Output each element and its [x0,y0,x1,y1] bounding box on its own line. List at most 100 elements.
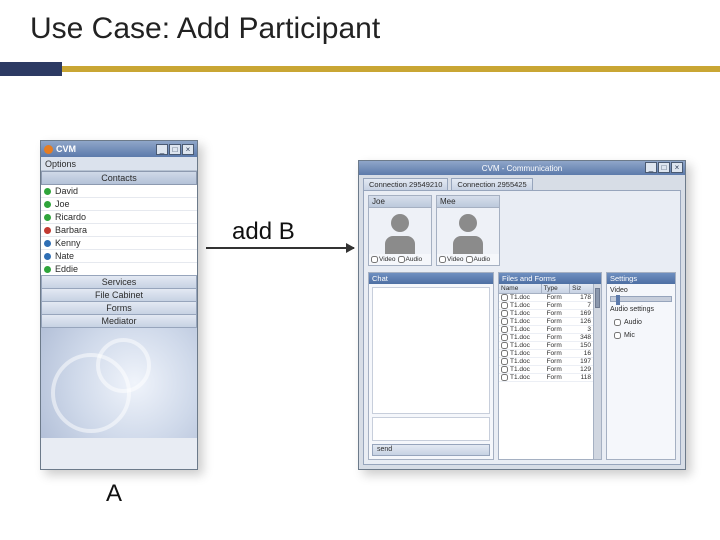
file-size: 178 [573,294,593,301]
chat-log[interactable] [372,287,490,414]
contact-list: DavidJoeRicardoBarbaraKennyNateEddie [41,185,197,276]
video-checkbox[interactable]: Video [439,256,464,263]
title-underline [0,62,720,76]
scrollbar[interactable] [593,284,601,459]
file-checkbox[interactable] [501,358,508,365]
file-row[interactable]: T1.docForm150 [499,342,593,350]
file-row[interactable]: T1.docForm16 [499,350,593,358]
file-checkbox[interactable] [501,342,508,349]
contact-item[interactable]: Nate [41,250,197,263]
nav-file-cabinet[interactable]: File Cabinet [41,288,197,302]
file-name: T1.doc [510,366,547,373]
video-label: Video [447,256,464,263]
status-dot-icon [44,201,51,208]
file-size: 150 [573,342,593,349]
tab-connection-1[interactable]: Connection 29549210 [363,178,448,190]
file-name: T1.doc [510,318,547,325]
mic-cb-label: Mic [624,332,635,339]
file-row[interactable]: T1.docForm126 [499,318,593,326]
file-type: Form [547,342,573,349]
file-checkbox[interactable] [501,374,508,381]
file-checkbox[interactable] [501,310,508,317]
contact-name: Nate [55,251,74,261]
minimize-button[interactable]: _ [156,144,168,155]
status-dot-icon [44,240,51,247]
tab-connection-2[interactable]: Connection 2955425 [451,178,532,190]
files-columns: Name Type Siz [499,284,593,294]
cvm-titlebar[interactable]: CVM _ □ × [41,141,197,157]
col-size[interactable]: Siz [570,284,593,293]
file-type: Form [547,326,573,333]
file-name: T1.doc [510,342,547,349]
slide-title: Use Case: Add Participant [30,12,380,46]
file-row[interactable]: T1.docForm118 [499,374,593,382]
file-row[interactable]: T1.docForm3 [499,326,593,334]
mic-checkbox[interactable] [614,332,621,339]
file-size: 16 [573,350,593,357]
audio-cb-label: Audio [624,319,642,326]
arrow-icon [206,247,354,249]
file-checkbox[interactable] [501,302,508,309]
status-dot-icon [44,188,51,195]
file-name: T1.doc [510,358,547,365]
file-type: Form [547,358,573,365]
col-type[interactable]: Type [542,284,571,293]
file-checkbox[interactable] [501,350,508,357]
participant-card: Mee Video Audio [436,195,500,266]
file-row[interactable]: T1.docForm7 [499,302,593,310]
file-checkbox[interactable] [501,318,508,325]
file-checkbox[interactable] [501,294,508,301]
video-slider[interactable] [610,296,672,302]
contacts-header[interactable]: Contacts [41,171,197,185]
minimize-button[interactable]: _ [645,162,657,173]
annotation-a: A [106,480,122,508]
status-dot-icon [44,266,51,273]
file-size: 118 [573,374,593,381]
nav-mediator[interactable]: Mediator [41,314,197,328]
audio-checkbox[interactable]: Audio [466,256,491,263]
col-name[interactable]: Name [499,284,542,293]
file-name: T1.doc [510,326,547,333]
cvm-menu-options[interactable]: Options [41,157,197,171]
file-checkbox[interactable] [501,326,508,333]
audio-label: Audio [406,256,423,263]
cvm-background-art [41,328,197,438]
nav-services[interactable]: Services [41,275,197,289]
app-icon [44,145,53,154]
communication-window: CVM - Communication _ □ × Connection 295… [358,160,686,470]
contact-item[interactable]: Joe [41,198,197,211]
file-row[interactable]: T1.docForm178 [499,294,593,302]
file-row[interactable]: T1.docForm169 [499,310,593,318]
close-button[interactable]: × [671,162,683,173]
video-checkbox[interactable]: Video [371,256,396,263]
nav-forms[interactable]: Forms [41,301,197,315]
file-type: Form [547,318,573,325]
participants-row: Joe Video Audio Mee Video Audio [368,195,676,266]
send-button[interactable]: send [372,444,490,456]
participant-name: Joe [369,196,431,208]
file-type: Form [547,350,573,357]
contact-item[interactable]: David [41,185,197,198]
file-checkbox[interactable] [501,366,508,373]
video-label: Video [379,256,396,263]
maximize-button[interactable]: □ [169,144,181,155]
chat-input[interactable] [372,417,490,441]
comm-titlebar[interactable]: CVM - Communication _ □ × [359,161,685,175]
contact-item[interactable]: Ricardo [41,211,197,224]
file-row[interactable]: T1.docForm197 [499,358,593,366]
contact-item[interactable]: Barbara [41,224,197,237]
participant-card: Joe Video Audio [368,195,432,266]
chat-header: Chat [369,273,493,284]
audio-checkbox[interactable]: Audio [398,256,423,263]
file-name: T1.doc [510,350,547,357]
file-checkbox[interactable] [501,334,508,341]
files-header: Files and Forms [499,273,601,284]
file-row[interactable]: T1.docForm348 [499,334,593,342]
audio-checkbox[interactable] [614,319,621,326]
contact-item[interactable]: Kenny [41,237,197,250]
file-row[interactable]: T1.docForm129 [499,366,593,374]
close-button[interactable]: × [182,144,194,155]
maximize-button[interactable]: □ [658,162,670,173]
file-size: 3 [573,326,593,333]
chat-panel: Chat send [368,272,494,460]
